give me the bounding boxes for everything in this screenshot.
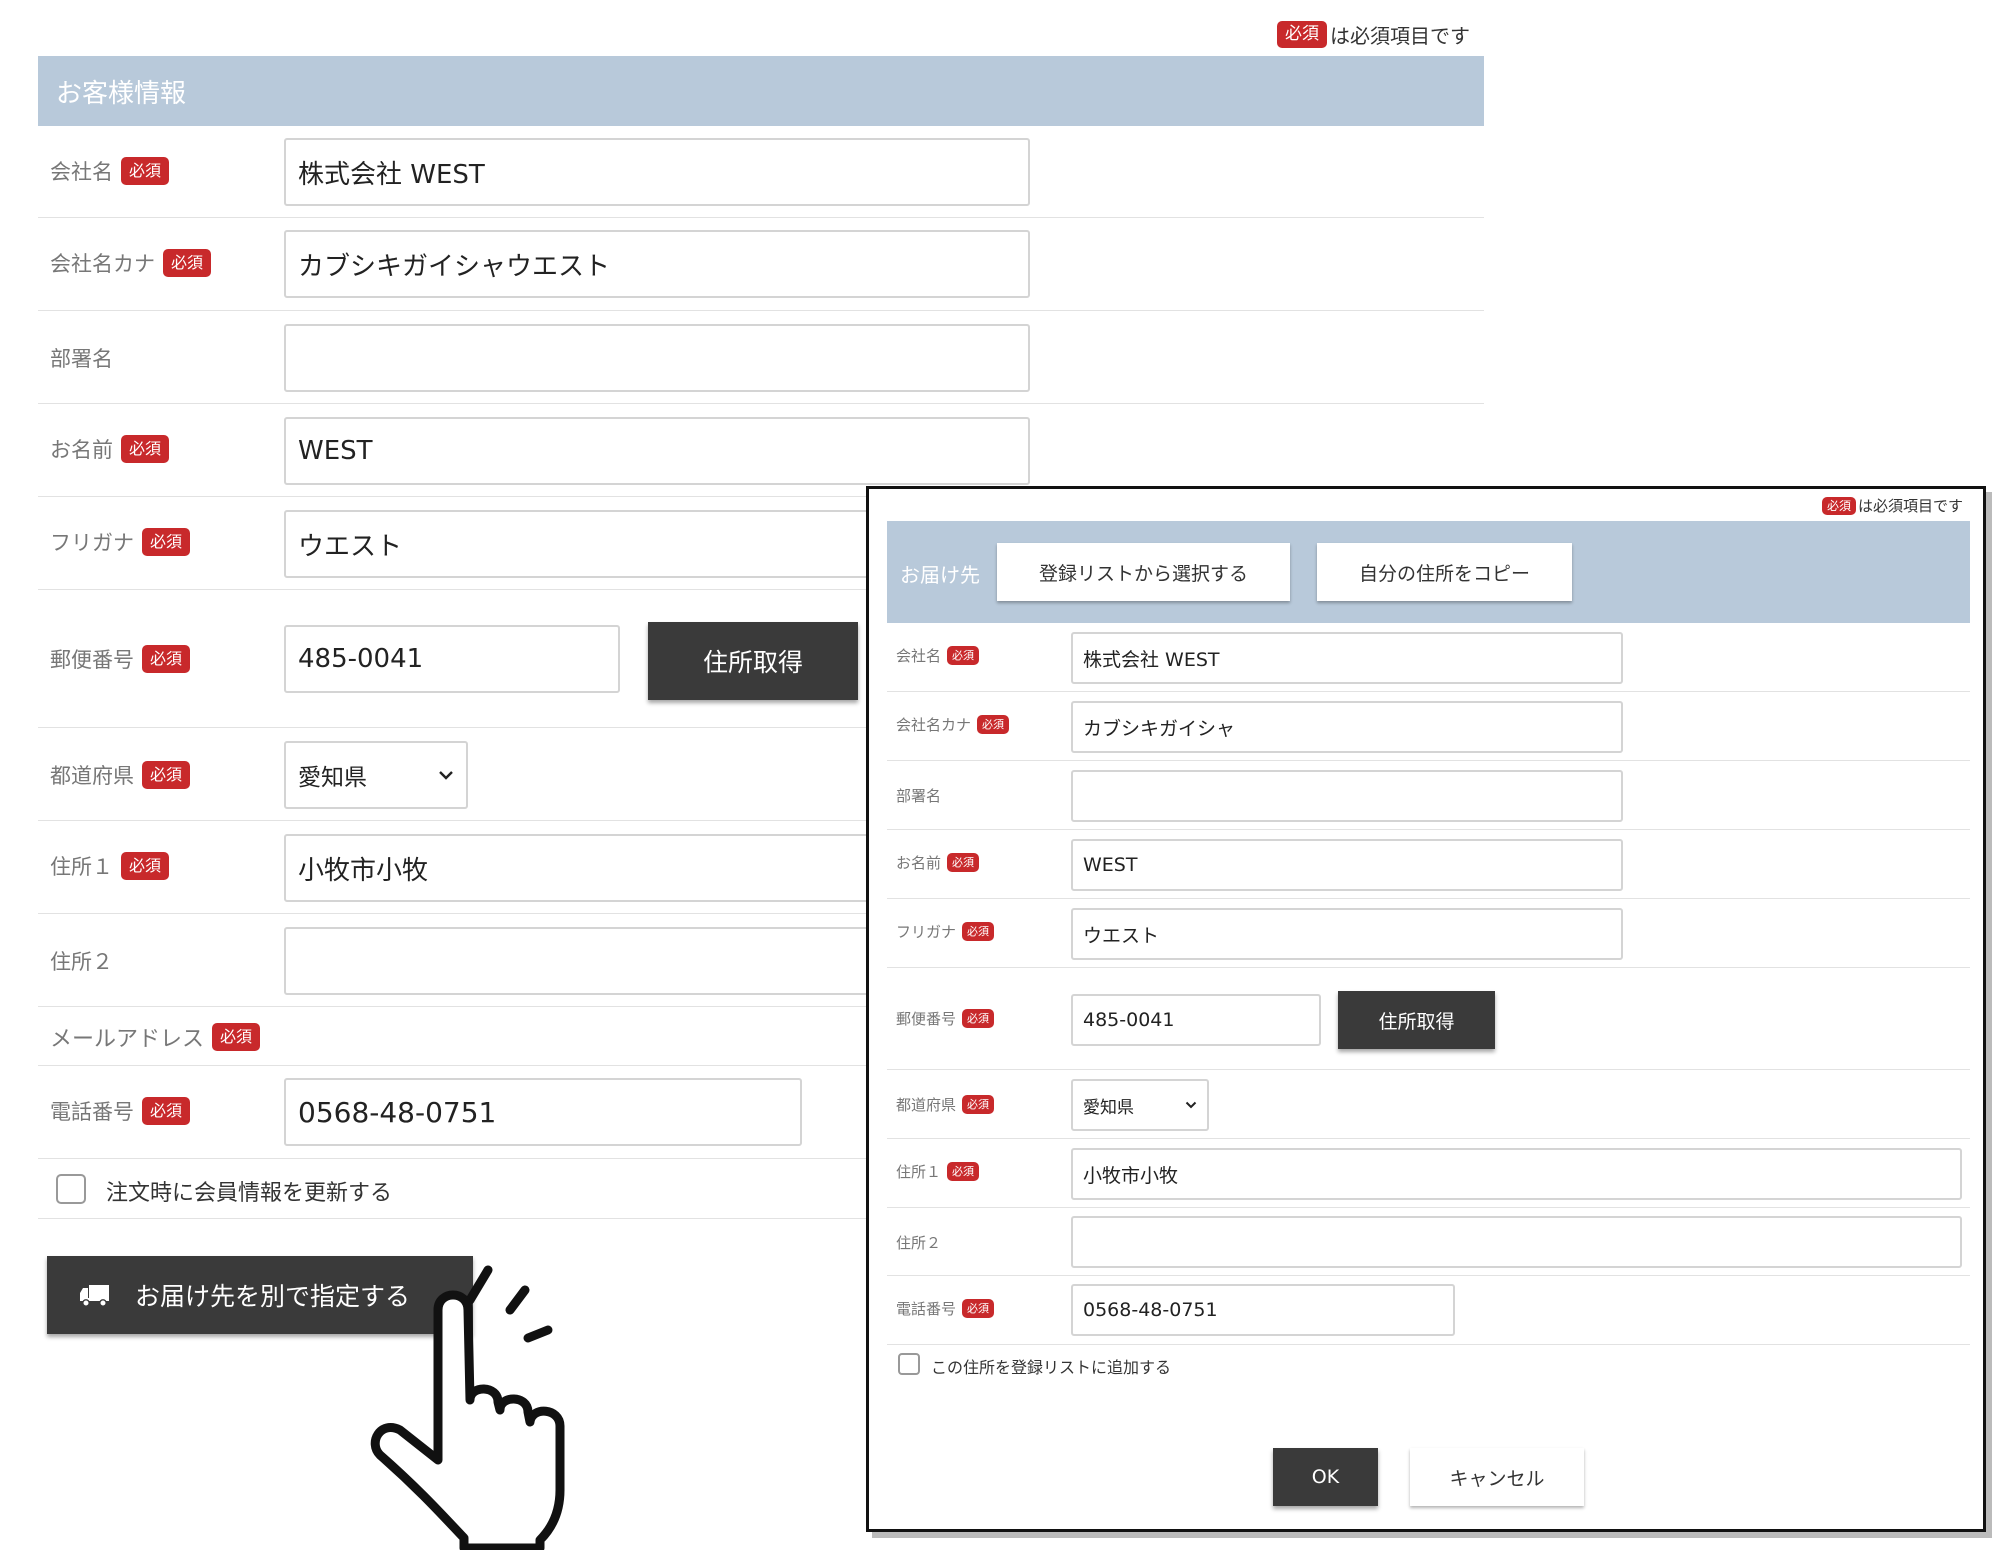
- delivery-address-dialog: 必須 は必須項目です お届け先 登録リストから選択する 自分の住所をコピー 会社…: [866, 486, 1986, 1532]
- section-title: お客様情報: [56, 79, 187, 109]
- copy-my-address-button[interactable]: 自分の住所をコピー: [1317, 543, 1572, 601]
- required-badge: 必須: [142, 528, 191, 556]
- company-kana-row: 会社名カナ 必須: [38, 218, 1484, 311]
- department-label: 部署名: [50, 347, 113, 371]
- company-row: 会社名 必須: [38, 126, 1484, 218]
- furigana-label: フリガナ 必須: [50, 527, 191, 557]
- delivery-section-title: お届け先: [900, 563, 980, 587]
- required-badge: 必須: [121, 852, 170, 880]
- name-row: お名前 必須: [38, 404, 1484, 497]
- d-prefecture-select[interactable]: 愛知県: [1071, 1079, 1209, 1131]
- d-address2-row: 住所２: [887, 1208, 1970, 1276]
- section-header: お客様情報: [38, 56, 1484, 126]
- chevron-down-icon: [1185, 1101, 1197, 1109]
- d-address1-label: 住所１ 必須: [896, 1161, 980, 1182]
- d-name-input[interactable]: [1071, 839, 1623, 891]
- postal-label: 郵便番号 必須: [50, 644, 191, 674]
- d-get-address-button[interactable]: 住所取得: [1338, 991, 1495, 1049]
- required-badge: 必須: [142, 1097, 191, 1125]
- d-company-row: 会社名 必須: [887, 623, 1970, 692]
- d-name-label: お名前 必須: [896, 852, 980, 873]
- d-phone-row: 電話番号 必須: [887, 1276, 1970, 1345]
- address1-label: 住所１ 必須: [50, 851, 170, 881]
- required-note-text: は必須項目です: [1857, 497, 1963, 515]
- get-address-button[interactable]: 住所取得: [648, 622, 858, 700]
- d-department-input[interactable]: [1071, 770, 1623, 822]
- d-furigana-label: フリガナ 必須: [896, 921, 995, 942]
- required-badge: 必須: [962, 1299, 995, 1318]
- chevron-down-icon: [439, 771, 453, 780]
- select-from-list-button[interactable]: 登録リストから選択する: [997, 543, 1290, 601]
- pointing-hand-icon: [370, 1265, 565, 1550]
- d-furigana-input[interactable]: [1071, 908, 1623, 960]
- ok-button[interactable]: OK: [1273, 1448, 1378, 1506]
- required-badge: 必須: [121, 157, 170, 185]
- add-to-list-label: この住所を登録リストに追加する: [931, 1358, 1172, 1377]
- phone-label: 電話番号 必須: [50, 1096, 191, 1126]
- postal-input[interactable]: [284, 625, 620, 693]
- d-phone-label: 電話番号 必須: [896, 1298, 995, 1319]
- company-kana-label: 会社名カナ 必須: [50, 248, 212, 278]
- email-label: メールアドレス 必須: [50, 1021, 261, 1053]
- update-member-label: 注文時に会員情報を更新する: [106, 1181, 393, 1206]
- add-to-list-checkbox[interactable]: [898, 1353, 920, 1375]
- cancel-button[interactable]: キャンセル: [1410, 1448, 1584, 1506]
- d-department-row: 部署名: [887, 761, 1970, 830]
- name-label: お名前 必須: [50, 434, 170, 464]
- d-name-row: お名前 必須: [887, 830, 1970, 899]
- d-company-label: 会社名 必須: [896, 645, 980, 666]
- company-label: 会社名 必須: [50, 156, 170, 186]
- required-badge: 必須: [962, 1009, 995, 1028]
- phone-input[interactable]: [284, 1078, 802, 1146]
- prefecture-label: 都道府県 必須: [50, 760, 191, 790]
- d-furigana-row: フリガナ 必須: [887, 899, 1970, 968]
- required-badge: 必須: [947, 646, 980, 665]
- company-input[interactable]: [284, 138, 1030, 206]
- prefecture-select[interactable]: 愛知県: [284, 741, 468, 809]
- required-note: 必須 は必須項目です: [1277, 20, 1470, 49]
- d-company-kana-row: 会社名カナ 必須: [887, 692, 1970, 761]
- required-badge: 必須: [212, 1023, 261, 1051]
- update-member-checkbox[interactable]: [56, 1174, 86, 1204]
- address2-label: 住所２: [50, 950, 113, 974]
- d-company-kana-label: 会社名カナ 必須: [896, 714, 1010, 735]
- truck-icon: [80, 1285, 109, 1307]
- required-badge: 必須: [962, 922, 995, 941]
- name-input[interactable]: [284, 417, 1030, 485]
- required-badge: 必須: [142, 645, 191, 673]
- d-address1-row: 住所１ 必須: [887, 1139, 1970, 1208]
- required-badge: 必須: [142, 761, 191, 789]
- d-postal-label: 郵便番号 必須: [896, 1008, 995, 1029]
- d-phone-input[interactable]: [1071, 1284, 1455, 1336]
- required-badge: 必須: [947, 853, 980, 872]
- d-prefecture-row: 都道府県 必須 愛知県: [887, 1070, 1970, 1139]
- required-note: 必須 は必須項目です: [1821, 495, 1963, 516]
- required-badge: 必須: [1821, 496, 1856, 515]
- required-badge: 必須: [1277, 21, 1327, 48]
- delivery-section-header: お届け先 登録リストから選択する 自分の住所をコピー: [887, 521, 1970, 623]
- d-address1-input[interactable]: [1071, 1148, 1962, 1200]
- d-postal-input[interactable]: [1071, 994, 1321, 1046]
- required-badge: 必須: [977, 715, 1010, 734]
- d-company-kana-input[interactable]: [1071, 701, 1623, 753]
- d-company-input[interactable]: [1071, 632, 1623, 684]
- department-input[interactable]: [284, 324, 1030, 392]
- required-badge: 必須: [121, 435, 170, 463]
- d-address2-input[interactable]: [1071, 1216, 1962, 1268]
- d-prefecture-label: 都道府県 必須: [896, 1094, 995, 1115]
- company-kana-input[interactable]: [284, 230, 1030, 298]
- department-row: 部署名: [38, 311, 1484, 404]
- d-address2-label: 住所２: [896, 1234, 942, 1252]
- required-badge: 必須: [947, 1162, 980, 1181]
- required-note-text: は必須項目です: [1330, 24, 1470, 48]
- d-postal-row: 郵便番号 必須 住所取得: [887, 968, 1970, 1070]
- required-badge: 必須: [962, 1095, 995, 1114]
- required-badge: 必須: [163, 249, 212, 277]
- d-department-label: 部署名: [896, 787, 942, 805]
